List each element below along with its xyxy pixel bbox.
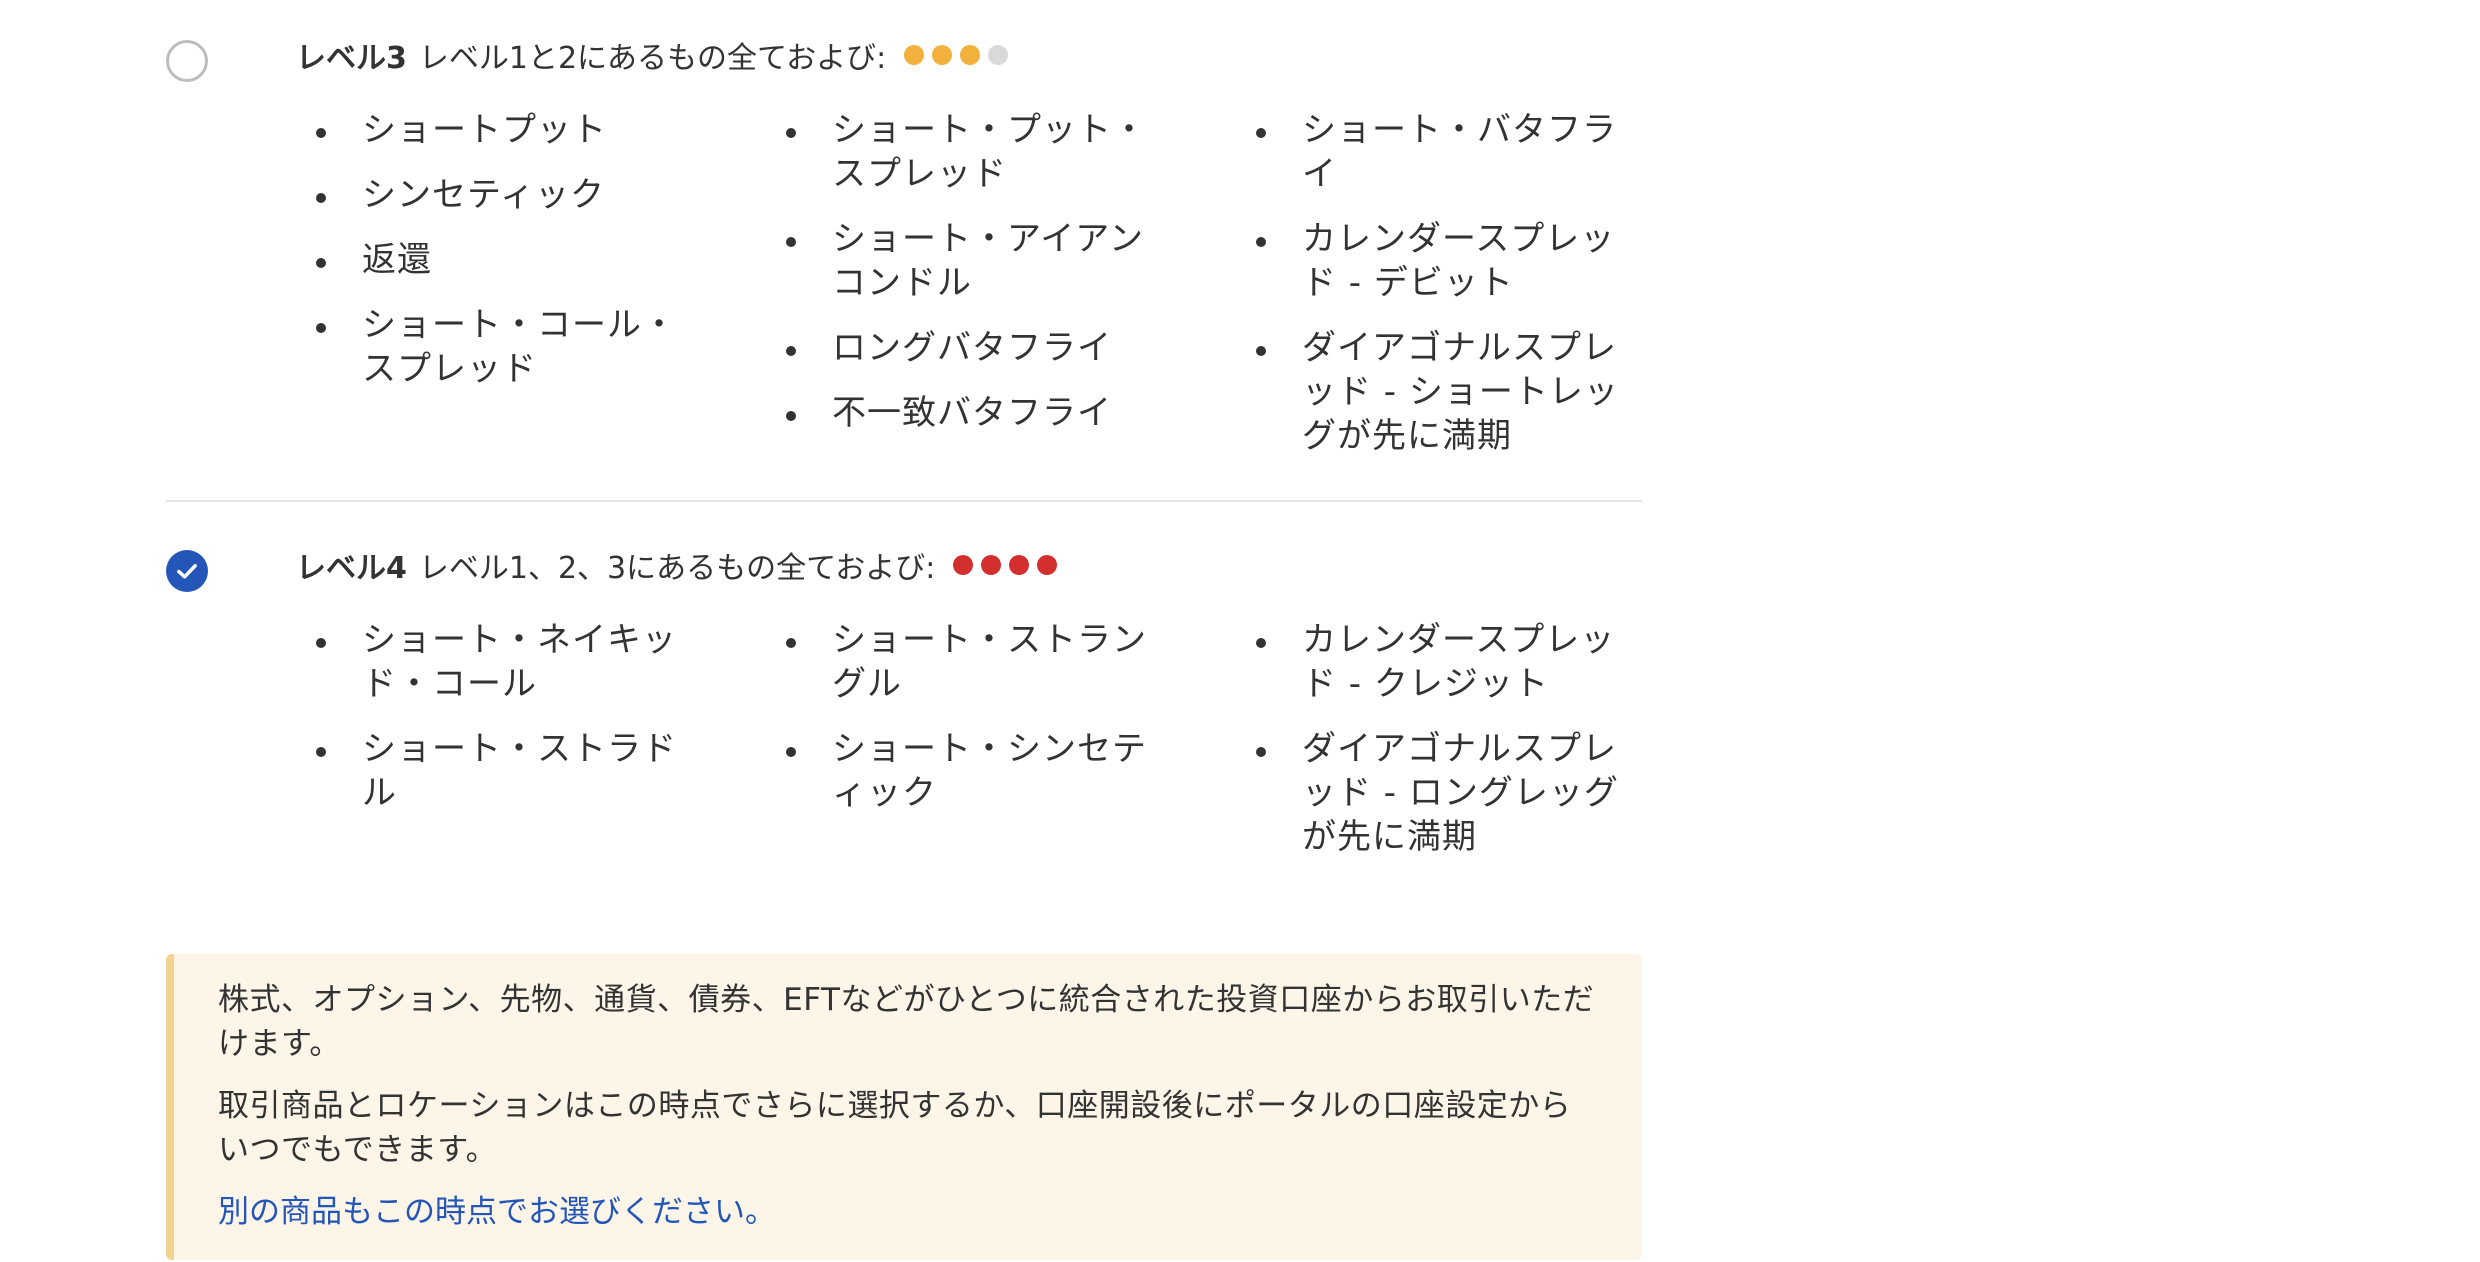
checkmark-icon — [177, 564, 197, 579]
level-4-name: レベル4 — [296, 551, 407, 586]
level-3-column-1: ショートプット シンセティック 返還 ショート・コール・スプレッド — [312, 108, 782, 479]
level-4-header: レベル4 レベル1、2、3にあるもの全ておよび: — [296, 540, 1065, 590]
level-3-strategy-list: ショートプット シンセティック 返還 ショート・コール・スプレッド ショート・プ… — [312, 108, 1722, 479]
level-divider — [166, 500, 1642, 502]
list-item: カレンダースプレッド - デビット — [1252, 217, 1632, 305]
info-paragraph-2: 取引商品とロケーションはこの時点でさらに選択するか、口座開設後にポータルの口座設… — [218, 1088, 1572, 1168]
level-4-column-2: ショート・ストラングル ショート・シンセティック — [782, 618, 1252, 880]
risk-dot — [904, 45, 925, 65]
list-item: ショート・シンセティック — [782, 727, 1162, 815]
list-item: ロングバタフライ — [782, 326, 1162, 370]
risk-dot — [960, 45, 981, 65]
list-item: ショート・コール・スプレッド — [312, 303, 692, 391]
level-3-radio[interactable] — [166, 40, 208, 82]
trading-permissions-panel: レベル3 レベル1と2にあるもの全ておよび: ショートプット シンセティック 返… — [0, 0, 1642, 1262]
list-item: シンセティック — [312, 173, 692, 217]
list-item: カレンダースプレッド - クレジット — [1252, 618, 1632, 706]
list-item: ショート・バタフライ — [1252, 108, 1632, 196]
risk-dot — [981, 555, 1002, 575]
list-item: ショート・ネイキッド・コール — [312, 618, 692, 706]
risk-dot — [988, 45, 1009, 65]
level-3-risk-indicator — [904, 45, 1016, 65]
list-item: ダイアゴナルスプレッド - ショートレッグが先に満期 — [1252, 326, 1632, 458]
info-paragraph-1: 株式、オプション、先物、通貨、債券、EFTなどがひとつに統合された投資口座からお… — [218, 982, 1595, 1062]
level-3-header: レベル3 レベル1と2にあるもの全ておよび: — [296, 30, 1016, 80]
list-item: ショート・ストラングル — [782, 618, 1162, 706]
level-3-name: レベル3 — [296, 41, 407, 76]
select-other-products-link[interactable]: 別の商品もこの時点でお選びください。 — [218, 1194, 776, 1230]
list-item: ショート・ストラドル — [312, 727, 692, 815]
level-4-description: レベル1、2、3にあるもの全ておよび: — [418, 551, 936, 586]
level-4-column-3: カレンダースプレッド - クレジット ダイアゴナルスプレッド - ロングレッグが… — [1252, 618, 1722, 880]
list-item: 返還 — [312, 238, 692, 282]
list-item: ショート・アイアンコンドル — [782, 217, 1162, 305]
list-item: ショートプット — [312, 108, 692, 152]
risk-dot — [1009, 555, 1030, 575]
level-4-radio[interactable] — [166, 550, 208, 592]
risk-dot — [932, 45, 953, 65]
list-item: ダイアゴナルスプレッド - ロングレッグが先に満期 — [1252, 727, 1632, 859]
level-3-column-3: ショート・バタフライ カレンダースプレッド - デビット ダイアゴナルスプレッド… — [1252, 108, 1722, 479]
level-4-risk-indicator — [953, 555, 1065, 575]
level-3-description: レベル1と2にあるもの全ておよび: — [418, 41, 887, 76]
risk-dot — [1037, 555, 1058, 575]
level-4-column-1: ショート・ネイキッド・コール ショート・ストラドル — [312, 618, 782, 880]
risk-dot — [953, 555, 974, 575]
level-3-column-2: ショート・プット・スプレッド ショート・アイアンコンドル ロングバタフライ 不一… — [782, 108, 1252, 479]
list-item: ショート・プット・スプレッド — [782, 108, 1162, 196]
list-item: 不一致バタフライ — [782, 391, 1162, 435]
level-4-strategy-list: ショート・ネイキッド・コール ショート・ストラドル ショート・ストラングル ショ… — [312, 618, 1722, 880]
info-callout: 株式、オプション、先物、通貨、債券、EFTなどがひとつに統合された投資口座からお… — [166, 954, 1642, 1260]
